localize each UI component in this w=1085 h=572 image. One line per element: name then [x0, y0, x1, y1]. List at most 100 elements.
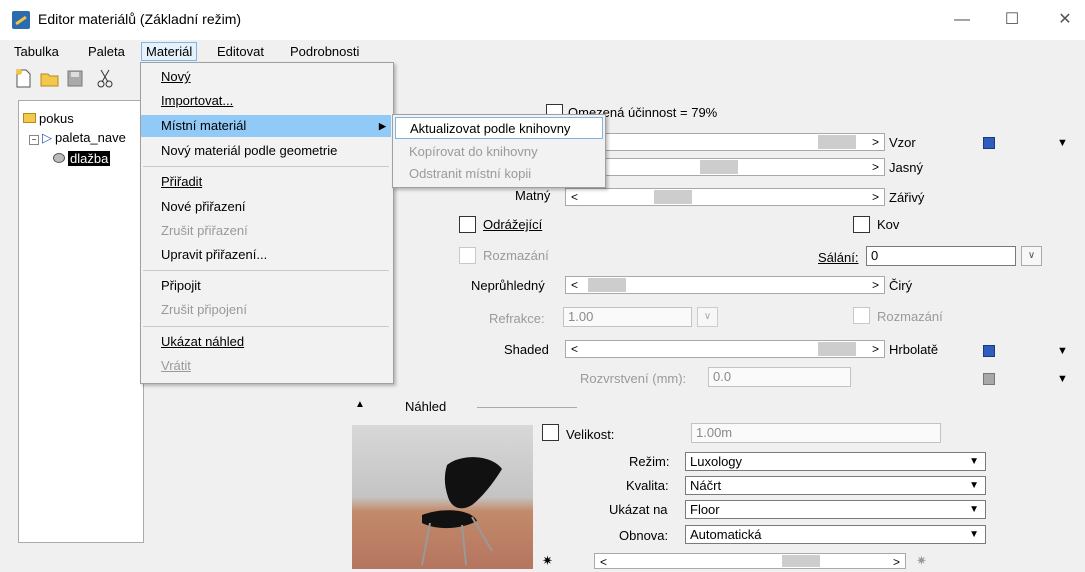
odrazejici-checkbox[interactable] [459, 216, 476, 233]
menu-bar: Tabulka Paleta Materiál Editovat Podrobn… [0, 40, 1085, 62]
odrazejici-label: Odrážející [483, 217, 543, 232]
rezim-label: Režim: [629, 454, 670, 469]
menu-tabulka[interactable]: Tabulka [10, 43, 63, 60]
menu-item-importovat[interactable]: Importovat... [141, 90, 391, 112]
hrbolate-slider[interactable]: < > [565, 340, 885, 358]
menu-podrobnosti[interactable]: Podrobnosti [286, 43, 363, 60]
refrakce-label: Refrakce: [489, 311, 545, 326]
light-dark-icon: ✷ [542, 553, 553, 568]
tree-node-palette[interactable]: − ▷ paleta_nave [29, 130, 126, 146]
refrakce-input[interactable]: 1.00 [563, 307, 692, 327]
material-tree[interactable]: pokus − ▷ paleta_nave dlažba [18, 100, 144, 543]
menu-item-zrusit-pripojeni[interactable]: Zrušit připojení [141, 299, 391, 321]
slider-thumb[interactable] [818, 342, 856, 356]
minimize-button[interactable]: — [942, 6, 982, 34]
light-slider[interactable]: < > [594, 553, 906, 569]
velikost-input[interactable]: 1.00m [691, 423, 941, 443]
vzor-label: Vzor [889, 135, 916, 150]
vzor-slider[interactable]: > [565, 133, 885, 151]
slider-thumb[interactable] [818, 135, 856, 149]
collapse-preview-icon[interactable]: ▲ [355, 399, 365, 410]
ciry-label: Čirý [889, 278, 913, 293]
menu-item-ukazat-nahled[interactable]: Ukázat náhled [141, 331, 391, 353]
submenu-arrow-icon: ▶ [379, 121, 386, 131]
menu-material[interactable]: Materiál [141, 42, 198, 61]
obnova-label: Obnova: [619, 528, 669, 543]
save-icon[interactable] [66, 68, 84, 88]
tree-node-dlazba[interactable]: dlažba [53, 151, 111, 166]
shaded-label: Shaded [504, 342, 549, 357]
menu-paleta[interactable]: Paleta [84, 43, 129, 60]
menu-item-upravit-prirazeni[interactable]: Upravit přiřazení... [141, 244, 391, 266]
menu-item-pripojit[interactable]: Připojit [141, 275, 391, 297]
chevron-down-icon: ▼ [969, 456, 979, 467]
chevron-down-icon: ▼ [969, 529, 979, 540]
preview-divider [477, 407, 577, 408]
menu-separator [143, 270, 389, 271]
submenu-item-odstranit[interactable]: Odstranit místní kopii [395, 163, 603, 185]
kov-checkbox[interactable] [853, 216, 870, 233]
menu-separator [143, 166, 389, 167]
kvalita-select[interactable]: Náčrt ▼ [685, 476, 986, 495]
collapse-icon[interactable]: − [29, 135, 39, 145]
light-bright-icon: ✷ [916, 553, 927, 568]
slider-thumb[interactable] [654, 190, 692, 204]
rozvrstveni-input[interactable]: 0.0 [708, 367, 851, 387]
ukazat-select[interactable]: Floor ▼ [685, 500, 986, 519]
slider-thumb[interactable] [700, 160, 738, 174]
slider-thumb[interactable] [588, 278, 626, 292]
chair-render [421, 457, 502, 566]
palette-icon: ▷ [42, 130, 52, 145]
rozmazani2-label: Rozmazání [877, 309, 943, 324]
rozmazani-checkbox[interactable] [459, 247, 476, 264]
material-preview-image [352, 425, 533, 569]
obnova-select[interactable]: Automatická ▼ [685, 525, 986, 544]
jasny-slider[interactable]: > [565, 158, 885, 176]
hrbolate-dropdown-icon[interactable]: ▼ [1057, 345, 1068, 357]
salani-label: Sálání: [818, 250, 859, 265]
slider-thumb[interactable] [782, 555, 820, 567]
menu-item-priradit[interactable]: Přiřadit [141, 171, 391, 193]
kov-label: Kov [877, 217, 900, 232]
material-menu: Nový Importovat... Místní materiál ▶ Nový… [140, 62, 394, 384]
rozvrstveni-label: Rozvrstvení (mm): [580, 371, 687, 386]
matny-slider[interactable]: < > [565, 188, 885, 206]
close-button[interactable]: ✕ [1045, 6, 1085, 34]
menu-editovat[interactable]: Editovat [213, 43, 268, 60]
refrakce-dropdown-button[interactable]: ∨ [697, 307, 718, 327]
velikost-checkbox[interactable] [542, 424, 559, 441]
menu-item-zrusit-prirazeni[interactable]: Zrušit přiřazení [141, 220, 391, 242]
rozvrstveni-map-icon[interactable] [983, 373, 995, 385]
rezim-select[interactable]: Luxology ▼ [685, 452, 986, 471]
app-icon [12, 11, 30, 29]
hrbolate-label: Hrbolatě [889, 342, 939, 357]
cut-icon[interactable] [96, 68, 114, 88]
menu-item-nove-prirazeni[interactable]: Nové přiřazení [141, 196, 391, 218]
menu-item-novy[interactable]: Nový [141, 66, 391, 88]
local-material-submenu: Aktualizovat podle knihovny Kopírovat do… [392, 114, 606, 188]
open-folder-icon[interactable] [40, 68, 59, 88]
menu-item-vratit[interactable]: Vrátit [141, 355, 391, 377]
submenu-item-aktualizovat[interactable]: Aktualizovat podle knihovny [395, 117, 603, 139]
jasny-label: Jasný [889, 160, 923, 175]
rozvrstveni-dropdown-icon[interactable]: ▼ [1057, 373, 1068, 385]
new-file-icon[interactable] [14, 68, 32, 88]
kvalita-label: Kvalita: [626, 478, 669, 493]
hrbolate-map-icon[interactable] [983, 345, 995, 357]
menu-item-mistni-material[interactable]: Místní materiál ▶ [141, 115, 391, 137]
chevron-down-icon: ▼ [969, 480, 979, 491]
maximize-button[interactable]: ☐ [992, 6, 1032, 34]
velikost-label: Velikost: [566, 427, 615, 442]
salani-dropdown-button[interactable]: ∨ [1021, 246, 1042, 266]
tree-node-pokus[interactable]: pokus [23, 111, 74, 126]
matny-label: Matný [515, 188, 551, 203]
chevron-down-icon: ▼ [969, 504, 979, 515]
submenu-item-kopirovat[interactable]: Kopírovat do knihovny [395, 141, 603, 163]
menu-separator [143, 326, 389, 327]
vzor-map-icon[interactable] [983, 137, 995, 149]
salani-input[interactable]: 0 [866, 246, 1016, 266]
menu-item-novy-podle-geometrie[interactable]: Nový materiál podle geometrie [141, 140, 391, 162]
rozmazani2-checkbox[interactable] [853, 307, 870, 324]
nepruhledny-slider[interactable]: < > [565, 276, 885, 294]
vzor-dropdown-icon[interactable]: ▼ [1057, 137, 1068, 149]
